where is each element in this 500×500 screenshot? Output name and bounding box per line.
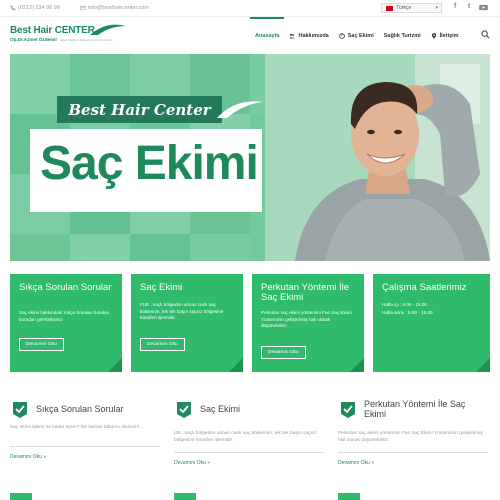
- hours-weekday: Hafta içi : 8.00 - 19.00: [382, 302, 427, 307]
- phone-number: (0212) 234 96 99: [18, 5, 60, 11]
- nav-label: Sağlık Turizmi: [383, 32, 421, 39]
- info-text: UE , saçlı bölgeden alınan canlı saç kök…: [174, 431, 317, 444]
- smiling-man-photo: [265, 54, 490, 261]
- nav-item-hakkimizda[interactable]: Hakkımızda: [284, 17, 333, 54]
- card-text: Saç ekimi hakkındaki Sıkça Sorulan Sorul…: [19, 310, 110, 322]
- read-more-link[interactable]: Devamını Oku »: [174, 460, 210, 466]
- nav-item-anasayfa[interactable]: Anasayfa: [250, 17, 285, 54]
- main-nav: Anasayfa Hakkımızda Saç Ekimi Sağlık Tur…: [250, 17, 464, 54]
- info-divider: [174, 452, 324, 453]
- social-links: f t: [448, 3, 490, 13]
- check-badge-icon: [13, 402, 27, 418]
- group-icon: [289, 33, 296, 38]
- logo-tagline: Estetik Plastik ve Rekonstrüktif Cerrahi…: [60, 39, 113, 42]
- card-title: Çalışma Saatlerimiz: [382, 282, 467, 293]
- read-more-link[interactable]: Devamını Oku »: [10, 454, 46, 460]
- hero-banner[interactable]: Best Hair Center Saç Ekimi: [10, 54, 490, 261]
- facebook-icon[interactable]: f: [448, 3, 462, 13]
- nav-item-iletisim[interactable]: İletişim: [426, 17, 464, 54]
- info-text: Perkutan saç ekimi yöntemini Fue Saç Eki…: [338, 431, 483, 444]
- logo-brand: Best Hair: [10, 25, 53, 36]
- read-more-button[interactable]: Devamını Oku: [261, 346, 306, 359]
- read-more-link[interactable]: Devamını Oku »: [338, 460, 374, 466]
- envelope-icon: [80, 5, 86, 11]
- chevron-down-icon: ▾: [435, 5, 438, 11]
- card-title: Sıkça Sorulan Sorular: [19, 282, 112, 293]
- info-text: Saç ekimi işlemi ne kadar sürer? Ne zama…: [10, 425, 144, 430]
- turkey-flag-icon: [386, 5, 393, 11]
- nav-label: Hakkımızda: [298, 32, 329, 39]
- info-divider: [10, 446, 160, 447]
- feature-cards: Sıkça Sorulan Sorular Saç ekimi hakkında…: [10, 274, 490, 372]
- card-title: Saç Ekimi: [140, 282, 183, 293]
- site-header: Best Hair CENTER Op.Dr.Azmet Özdemir Este…: [0, 17, 500, 54]
- nav-label: İletişim: [439, 32, 459, 39]
- next-section-stub: [10, 493, 32, 500]
- logo-doctor-name: Op.Dr.Azmet Özdemir: [10, 37, 58, 42]
- card-sac-ekimi[interactable]: Saç Ekimi FUE , saçlı bölgeden alınan ca…: [131, 274, 243, 372]
- nav-item-sac-ekimi[interactable]: Saç Ekimi: [334, 17, 379, 54]
- email-address: info@besthaircenter.com: [88, 5, 149, 11]
- info-title: Saç Ekimi: [200, 404, 241, 415]
- next-section-stub: [174, 493, 196, 500]
- card-title: Perkutan Yöntemi İle Saç Ekimi: [261, 282, 350, 303]
- hair-icon: [338, 32, 345, 39]
- youtube-icon[interactable]: [476, 3, 490, 13]
- nav-item-saglik-turizmi[interactable]: Sağlık Turizmi: [379, 17, 426, 54]
- email-contact[interactable]: info@besthaircenter.com: [80, 5, 149, 11]
- card-text: FUE , saçlı bölgeden alınan canlı saç kö…: [140, 302, 224, 321]
- card-text: Perkutan saç ekimi yöntemini Fue Saç Eki…: [261, 310, 352, 329]
- read-more-button[interactable]: Devamını Oku: [19, 338, 64, 351]
- check-badge-icon: [341, 402, 355, 418]
- logo-swoosh-icon: [90, 24, 126, 35]
- nav-label: Anasayfa: [255, 32, 280, 39]
- info-title: Perkutan Yöntemi İle Saç Ekimi: [364, 399, 466, 419]
- check-badge-icon: [177, 402, 191, 418]
- info-title: Sıkça Sorulan Sorular: [36, 404, 124, 415]
- info-divider: [338, 452, 488, 453]
- info-perkutan: Perkutan Yöntemi İle Saç Ekimi Perkutan …: [338, 399, 488, 480]
- card-faq[interactable]: Sıkça Sorulan Sorular Saç ekimi hakkında…: [10, 274, 122, 372]
- card-perkutan[interactable]: Perkutan Yöntemi İle Saç Ekimi Perkutan …: [252, 274, 364, 372]
- hero-title: Saç Ekimi: [40, 137, 259, 190]
- next-section-stub: [338, 493, 360, 500]
- location-icon: [431, 32, 436, 39]
- info-faq: Sıkça Sorulan Sorular Saç ekimi işlemi n…: [10, 400, 160, 480]
- hero-ribbon-text: Best Hair Center: [68, 100, 211, 119]
- twitter-icon[interactable]: t: [462, 3, 476, 13]
- hours-weekend: Hafta sonu : 9.00 - 18.00: [382, 310, 433, 315]
- language-label: Türkçe: [396, 5, 412, 11]
- phone-icon: [10, 5, 16, 11]
- info-sac-ekimi: Saç Ekimi UE , saçlı bölgeden alınan can…: [174, 400, 324, 480]
- search-icon[interactable]: [481, 30, 490, 39]
- nav-label: Saç Ekimi: [347, 32, 374, 39]
- top-bar: (0212) 234 96 99 info@besthaircenter.com…: [0, 0, 500, 16]
- phone-contact[interactable]: (0212) 234 96 99: [10, 5, 60, 11]
- language-select[interactable]: Türkçe ▾: [381, 3, 442, 13]
- hero-swoosh-icon: [217, 101, 263, 118]
- read-more-button[interactable]: Devamını Oku: [140, 338, 185, 351]
- card-working-hours: Çalışma Saatlerimiz Hafta içi : 8.00 - 1…: [373, 274, 490, 372]
